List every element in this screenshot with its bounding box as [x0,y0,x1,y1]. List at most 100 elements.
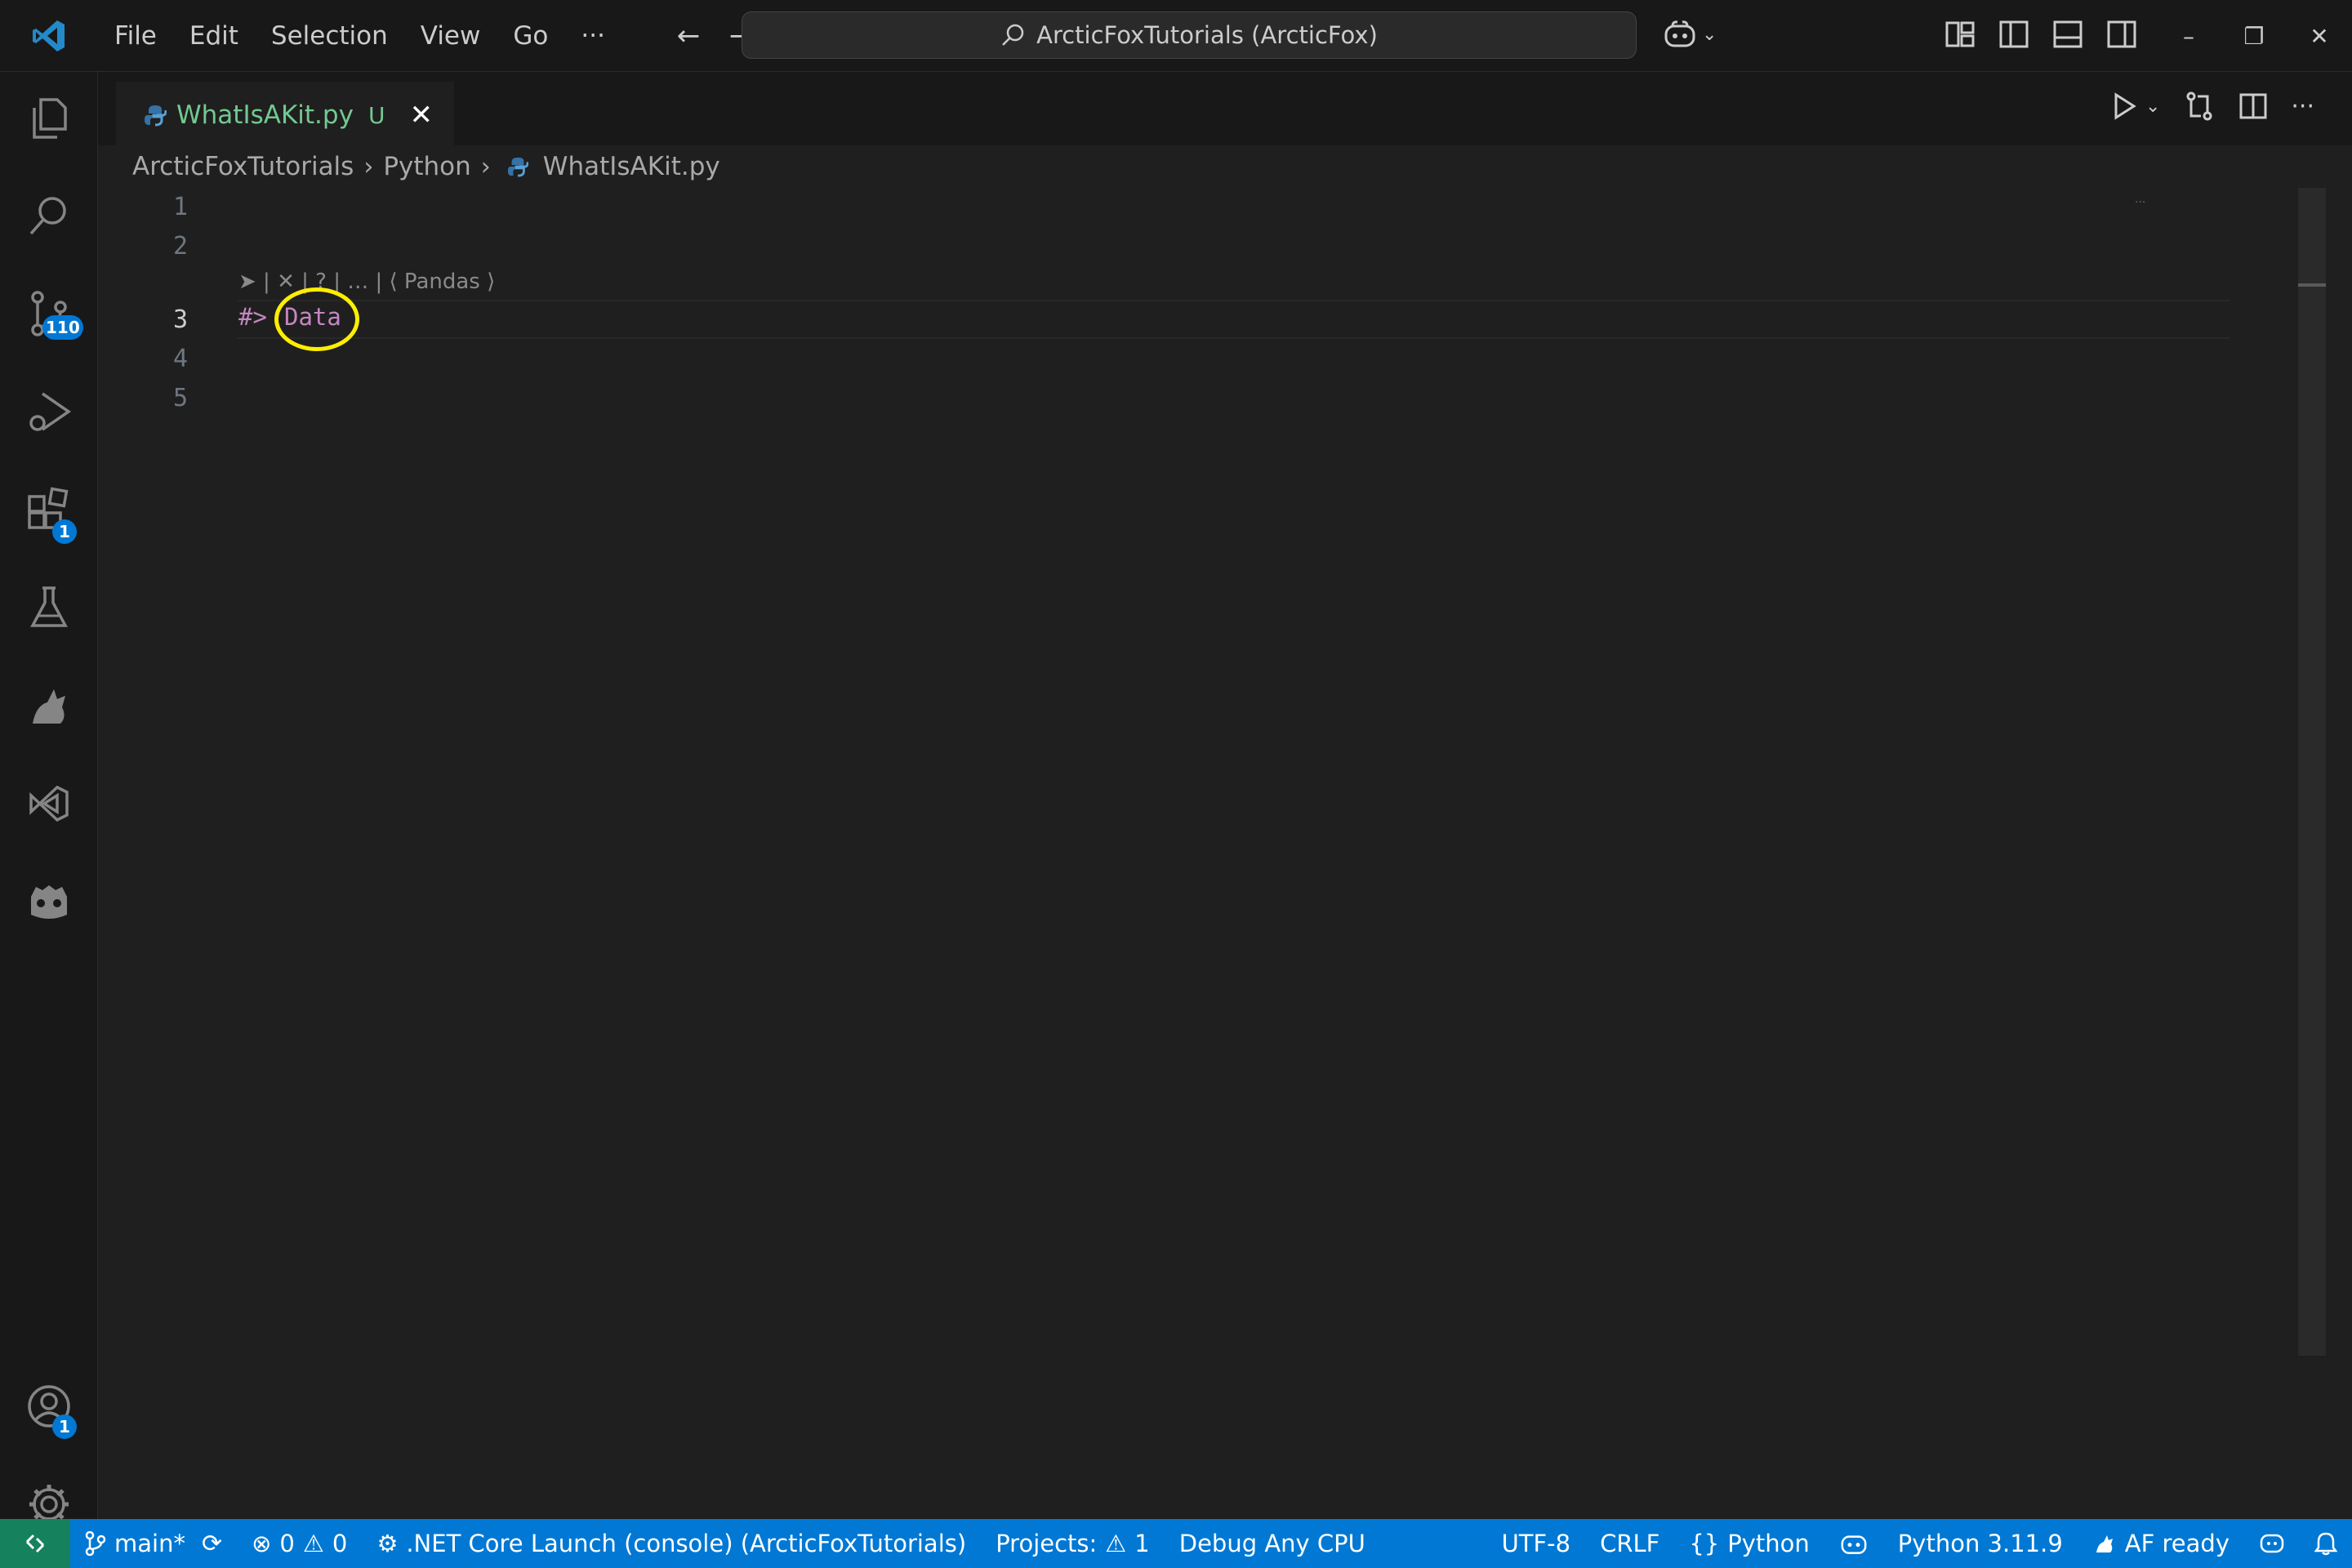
sync-icon[interactable]: ⟳ [202,1530,222,1558]
arcticfox-extension-icon[interactable] [0,666,98,745]
menu-edit[interactable]: Edit [173,0,255,72]
minimize-icon[interactable]: – [2156,0,2221,72]
build-config-label: Debug Any CPU [1178,1530,1365,1557]
menu-go[interactable]: Go [497,0,564,72]
command-center-search[interactable]: ArcticFoxTutorials (ArcticFox) [742,11,1637,59]
debug-icon: ⚙ [376,1530,399,1557]
more-actions-icon[interactable]: ··· [2291,92,2314,121]
run-file-icon[interactable] [2109,91,2139,121]
bell-icon [2314,1532,2337,1556]
testing-flask-icon[interactable] [0,568,98,647]
run-options-chevron-icon[interactable]: ⌄ [2145,96,2160,117]
scrollbar-cursor-marker [2298,283,2326,287]
vscode-logo-icon [0,0,98,72]
activity-bar: 110 1 1 [0,72,98,1524]
visual-studio-icon[interactable] [0,764,98,843]
extensions-icon[interactable]: 1 [0,470,98,549]
status-bar: main* ⟳ ⊗ 0 ⚠ 0 ⚙ .NET Core Launch (cons… [0,1519,2352,1568]
warning-count: 0 [332,1530,348,1557]
git-branch[interactable]: main* ⟳ [70,1530,237,1558]
tab-whatisakit[interactable]: WhatIsAKit.py U ✕ [116,82,454,147]
line-number: 4 [172,345,188,373]
breadcrumb-separator-icon: › [363,152,374,181]
title-bar: File Edit Selection View Go ··· ← → Arct… [0,0,2352,72]
run-debug-icon[interactable] [0,372,98,451]
problems-indicator[interactable]: ⊗ 0 ⚠ 0 [237,1530,362,1557]
codelens-actions[interactable]: ➤ | ✕ | ? | … | ⟨ Pandas ⟩ [238,270,495,294]
menu-file[interactable]: File [98,0,173,72]
notifications[interactable] [2300,1531,2352,1556]
language-label: Python [1727,1530,1810,1557]
language-mode-selector[interactable]: {} Python [1674,1530,1824,1557]
af-status-label: AF ready [2124,1530,2230,1557]
breadcrumb-folder[interactable]: ArcticFoxTutorials [132,152,354,181]
current-line-highlight [237,300,2230,339]
code-comment-prefix: #> [238,303,267,331]
menu-view[interactable]: View [404,0,497,72]
search-view-icon[interactable] [0,176,98,255]
line-number: 1 [172,193,188,221]
warning-icon: ⚠ [302,1530,324,1557]
python-file-icon [507,157,528,177]
toggle-primary-sidebar-icon[interactable] [1998,18,2030,51]
breadcrumb: ArcticFoxTutorials › Python › WhatIsAKit… [132,145,720,188]
arcticfox-status[interactable]: AF ready [2078,1530,2244,1557]
launch-config-label: .NET Core Launch (console) (ArcticFoxTut… [406,1530,967,1557]
code-editor[interactable]: 1 2 3 4 5 ➤ | ✕ | ? | … | ⟨ Pandas ⟩ #> … [98,188,2326,1519]
toggle-panel-icon[interactable] [2051,18,2084,51]
braces-icon: {} [1689,1530,1720,1557]
breadcrumb-file[interactable]: WhatIsAKit.py [543,152,720,181]
vertical-scrollbar[interactable] [2298,188,2326,1356]
chevron-down-icon: ⌄ [1702,24,1717,45]
toggle-secondary-sidebar-icon[interactable] [2105,18,2138,51]
minimap: ··· [2135,196,2146,209]
interpreter-label: Python 3.11.9 [1897,1530,2063,1557]
projects-status[interactable]: Projects: ⚠ 1 [981,1530,1165,1557]
warning-icon: ⚠ [1105,1530,1127,1557]
line-number: 2 [172,232,188,261]
close-tab-icon[interactable]: ✕ [409,99,433,131]
encoding-selector[interactable]: UTF-8 [1487,1530,1586,1557]
extensions-badge: 1 [52,519,77,544]
explorer-icon[interactable] [0,78,98,157]
branch-icon [85,1531,106,1556]
close-window-icon[interactable]: ✕ [2287,0,2352,72]
copilot-icon [1664,20,1695,47]
source-control-icon[interactable]: 110 [0,274,98,353]
back-arrow-icon[interactable]: ← [662,20,715,52]
split-editor-icon[interactable] [2238,91,2268,121]
customize-layout-icon[interactable] [1944,18,1976,51]
accounts-icon[interactable]: 1 [0,1367,98,1446]
annotation-circle [274,287,359,351]
branch-label: main* [114,1530,185,1557]
copilot-menu-button[interactable]: ⌄ [1663,20,1717,49]
error-count: 0 [279,1530,295,1557]
source-control-badge: 110 [42,315,83,340]
accounts-badge: 1 [52,1414,77,1439]
copilot-icon [1841,1535,1867,1554]
debug-launch-config[interactable]: ⚙ .NET Core Launch (console) (ArcticFoxT… [362,1530,981,1557]
python-file-icon [145,105,167,127]
breadcrumb-subfolder[interactable]: Python [383,152,470,181]
build-configuration[interactable]: Debug Any CPU [1165,1530,1380,1557]
encoding-label: UTF-8 [1501,1530,1571,1557]
fox-icon [2096,1535,2113,1552]
tab-label: WhatIsAKit.py [176,100,354,130]
eol-selector[interactable]: CRLF [1585,1530,1674,1557]
breadcrumb-separator-icon: › [480,152,491,181]
error-icon: ⊗ [252,1530,272,1557]
copilot-status[interactable] [1824,1531,1883,1556]
compare-changes-icon[interactable] [2183,90,2216,122]
python-interpreter-selector[interactable]: Python 3.11.9 [1883,1530,2078,1557]
remote-indicator-icon[interactable] [0,1519,70,1568]
restore-icon[interactable]: ❐ [2221,0,2287,72]
menu-selection[interactable]: Selection [255,0,404,72]
copilot-chat-status[interactable] [2244,1531,2300,1556]
menu-more[interactable]: ··· [564,0,621,72]
projects-label: Projects: [996,1530,1098,1557]
untracked-indicator: U [368,101,385,129]
projects-count: 1 [1134,1530,1150,1557]
eol-label: CRLF [1600,1530,1660,1557]
godot-icon[interactable] [0,862,98,941]
editor-tab-bar: WhatIsAKit.py U ✕ ⌄ ··· [98,72,2352,147]
